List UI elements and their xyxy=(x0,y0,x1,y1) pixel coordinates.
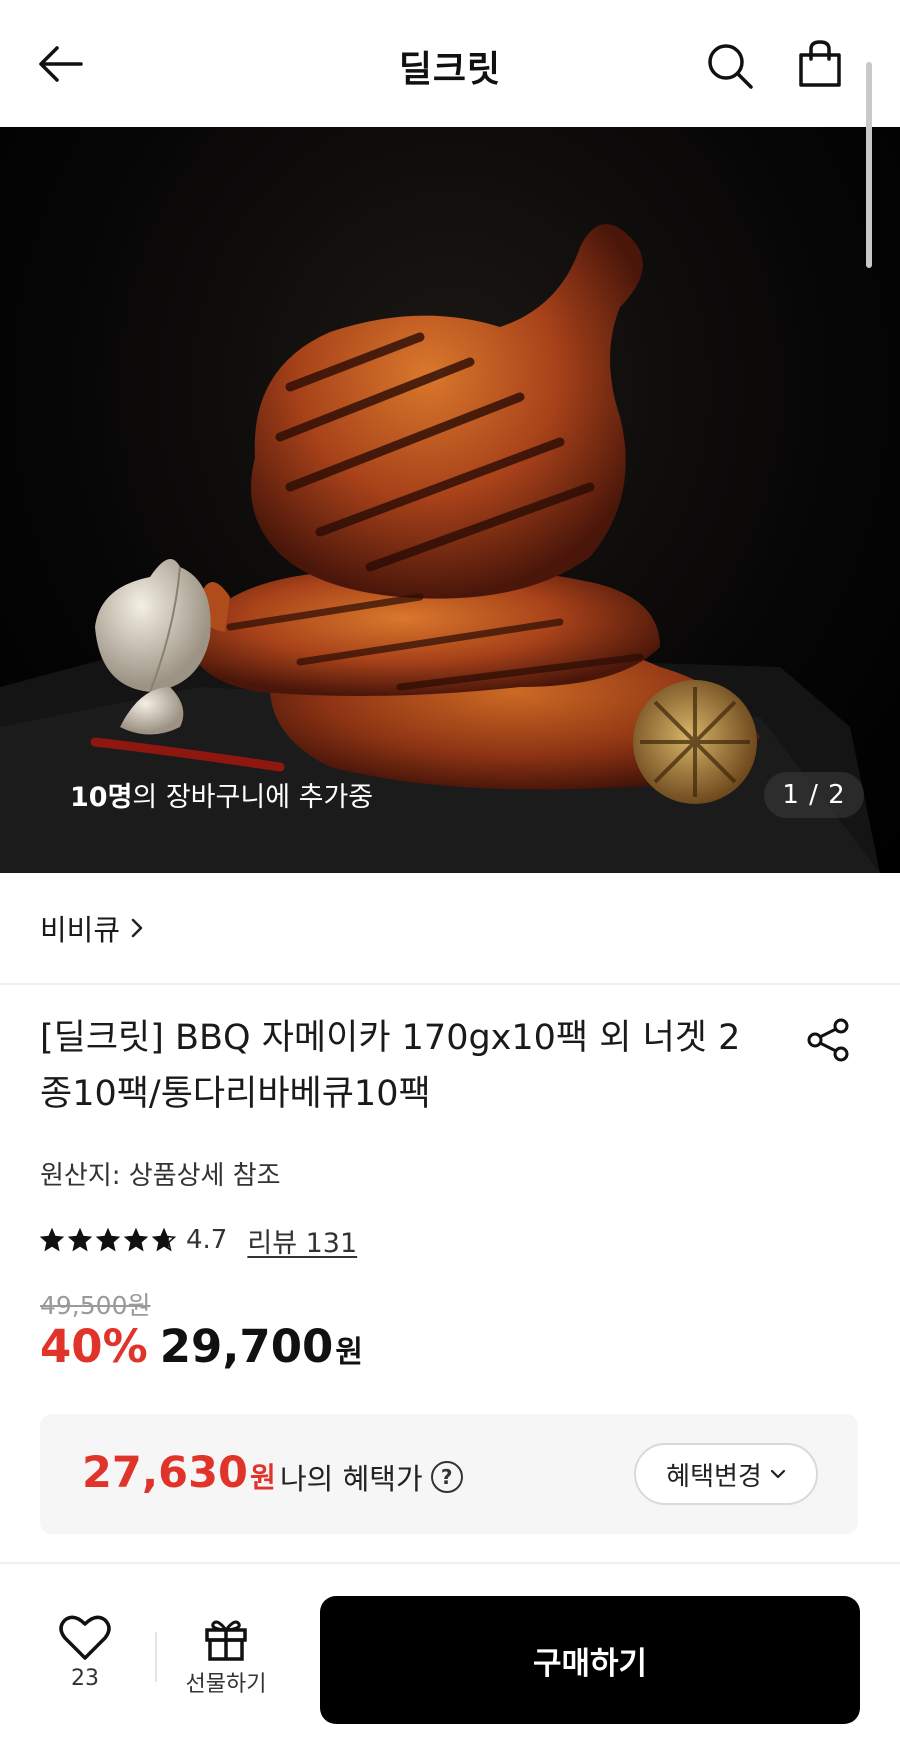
benefit-price: 27,630 원 xyxy=(82,1448,276,1498)
benefit-label: 나의 혜택가 xyxy=(280,1462,423,1496)
product-title: [딜크릿] BBQ 자메이카 170gx10팩 외 너겟 2종10팩/통다리바베… xyxy=(40,1018,741,1114)
brand-name: 비비큐 xyxy=(40,913,121,947)
share-icon xyxy=(807,1018,849,1062)
benefit-label-group: 나의 혜택가 ? xyxy=(280,1456,463,1498)
sale-price: 29,700 xyxy=(159,1320,334,1373)
star-icon xyxy=(96,1228,120,1252)
rating-value: 4.7 xyxy=(186,1225,228,1255)
star-icon xyxy=(152,1228,176,1252)
chevron-down-icon xyxy=(770,1469,785,1479)
origin-info: 원산지: 상품상세 참조 xyxy=(40,1161,281,1191)
buy-button[interactable]: 구매하기 xyxy=(320,1596,860,1724)
price-row: 40% 29,700 원 xyxy=(40,1320,363,1373)
benefit-change-label: 혜택변경 xyxy=(666,1461,762,1492)
original-price: 49,500원 xyxy=(40,1291,151,1320)
price-currency: 원 xyxy=(335,1335,363,1370)
benefit-price-box: 27,630 원 나의 혜택가 ? 혜택변경 xyxy=(40,1414,858,1534)
bottom-bar-separator xyxy=(155,1632,157,1682)
share-button[interactable] xyxy=(800,1012,856,1068)
brand-row: 비비큐 xyxy=(0,873,900,985)
grilled-chicken-image xyxy=(0,224,880,873)
review-link[interactable]: 리뷰 131 xyxy=(247,1221,357,1260)
star-icon xyxy=(68,1228,92,1252)
product-image-carousel[interactable]: 10명의 장바구니에 추가중 1 / 2 xyxy=(0,127,900,873)
like-button[interactable]: 23 xyxy=(40,1614,130,1714)
gift-label: 선물하기 xyxy=(185,1672,267,1697)
cart-activity-text: 10명의 장바구니에 추가중 xyxy=(70,775,373,814)
top-app-bar: 딜크릿 xyxy=(0,0,900,127)
bottom-action-bar: 23 선물하기 구매하기 xyxy=(0,1564,900,1756)
search-icon xyxy=(708,44,753,89)
like-count: 23 xyxy=(71,1666,99,1691)
rating-row: 4.7 리뷰 131 xyxy=(40,1220,357,1260)
rating-stars xyxy=(40,1228,176,1252)
cart-count-bold: 10명 xyxy=(70,782,133,813)
help-icon[interactable]: ? xyxy=(430,1461,463,1493)
star-icon xyxy=(124,1228,148,1252)
gift-button[interactable]: 선물하기 xyxy=(178,1616,274,1716)
shopping-bag-icon xyxy=(799,40,841,87)
benefit-change-button[interactable]: 혜택변경 xyxy=(634,1443,818,1505)
brand-link[interactable]: 비비큐 xyxy=(40,907,144,949)
scrollbar[interactable] xyxy=(866,62,872,268)
page-title: 딜크릿 xyxy=(398,49,502,90)
cart-button[interactable] xyxy=(790,34,850,94)
search-button[interactable] xyxy=(700,36,760,96)
benefit-amount: 27,630 xyxy=(82,1448,248,1498)
cart-count-rest: 의 장바구니에 추가중 xyxy=(132,782,374,813)
image-page-indicator: 1 / 2 xyxy=(764,772,864,818)
heart-icon xyxy=(59,1615,111,1660)
chevron-right-icon xyxy=(131,918,143,938)
benefit-currency: 원 xyxy=(249,1461,276,1494)
gift-icon xyxy=(205,1620,247,1661)
star-icon xyxy=(40,1228,64,1252)
discount-rate: 40% xyxy=(40,1320,148,1373)
